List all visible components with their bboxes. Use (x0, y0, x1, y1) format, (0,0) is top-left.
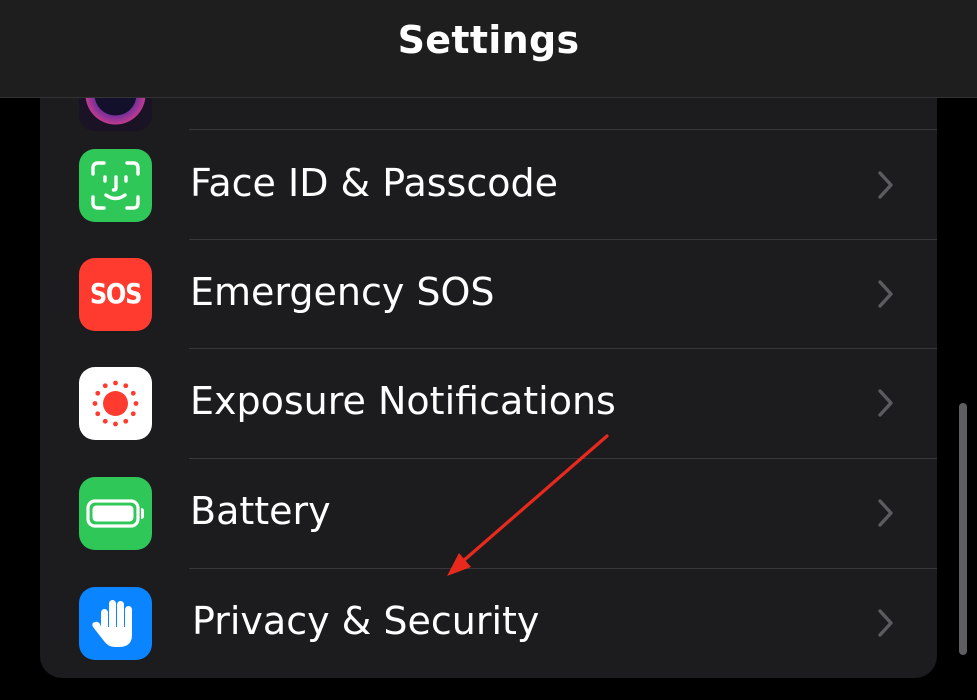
settings-row-exposure-notifications[interactable]: Exposure Notifications (40, 348, 937, 458)
navigation-bar: Settings (0, 0, 977, 98)
settings-row-emergency-sos[interactable]: SOS Emergency SOS (40, 239, 937, 349)
chevron-right-icon (878, 389, 893, 417)
sos-icon-text: SOS (89, 277, 143, 310)
settings-screen: Face ID & Passcode SOS Emergency SOS Exp… (0, 0, 977, 700)
settings-row-face-id[interactable]: Face ID & Passcode (40, 129, 937, 240)
row-separator (189, 348, 937, 349)
chevron-right-icon (878, 171, 893, 199)
face-id-icon (79, 149, 152, 222)
exposure-notifications-icon (79, 367, 152, 440)
row-label-privacy-security: Privacy & Security (192, 599, 540, 643)
chevron-right-icon (878, 499, 893, 527)
privacy-hand-icon (79, 587, 152, 660)
battery-icon (79, 477, 152, 550)
row-label-emergency-sos: Emergency SOS (190, 270, 495, 314)
scroll-indicator[interactable] (959, 403, 967, 655)
row-separator (189, 239, 937, 240)
row-separator (189, 568, 937, 569)
row-label-battery: Battery (190, 489, 331, 533)
chevron-right-icon (878, 609, 893, 637)
row-separator (189, 129, 937, 130)
row-separator (189, 458, 937, 459)
settings-row-battery[interactable]: Battery (40, 458, 937, 568)
settings-row-privacy-security[interactable]: Privacy & Security (40, 568, 937, 678)
page-title: Settings (397, 18, 580, 62)
sos-icon: SOS (79, 258, 152, 331)
row-label-face-id: Face ID & Passcode (190, 161, 558, 205)
row-label-exposure-notifications: Exposure Notifications (190, 379, 616, 423)
settings-list-card: Face ID & Passcode SOS Emergency SOS Exp… (40, 40, 937, 678)
chevron-right-icon (878, 280, 893, 308)
